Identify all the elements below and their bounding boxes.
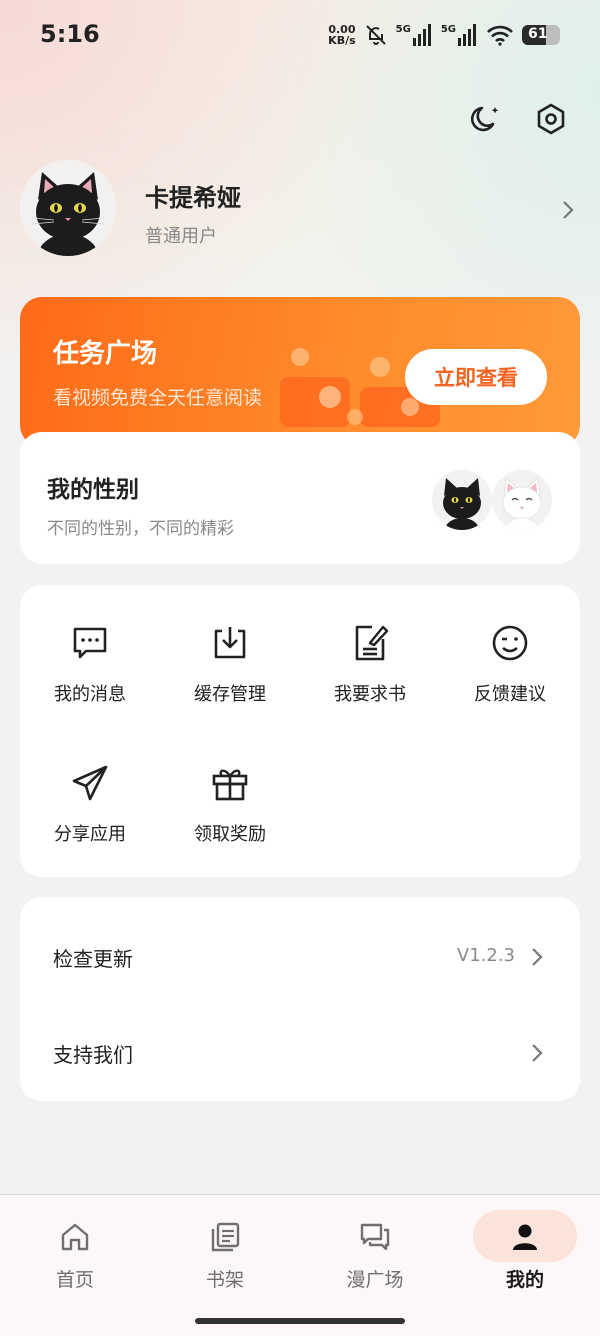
avatar[interactable] xyxy=(20,160,116,256)
white-cat-icon xyxy=(492,470,552,530)
nav-comic-square[interactable]: 漫广场 xyxy=(323,1213,427,1291)
battery-icon: 61 xyxy=(522,25,560,45)
black-cat-avatar-icon xyxy=(20,160,116,256)
message-icon xyxy=(73,627,107,659)
moon-icon xyxy=(470,106,499,132)
home-icon xyxy=(61,1223,89,1251)
version-value: V1.2.3 xyxy=(456,945,515,966)
grid-item-cache[interactable]: 缓存管理 xyxy=(160,585,300,705)
grid-item-label: 我要求书 xyxy=(334,684,406,705)
user-role: 普通用户 xyxy=(145,226,217,247)
download-icon xyxy=(214,627,246,659)
nav-label: 我的 xyxy=(505,1269,544,1291)
chevron-right-icon xyxy=(563,201,574,219)
banner-subtitle: 看视频免费全天任意阅读 xyxy=(53,387,263,409)
grid-item-share[interactable]: 分享应用 xyxy=(20,725,160,845)
net-speed: 0.00 KB/s xyxy=(328,23,356,47)
nav-label: 首页 xyxy=(55,1269,94,1291)
gender-male-option[interactable] xyxy=(432,470,492,530)
grid-item-label: 领取奖励 xyxy=(194,824,266,845)
grid-item-label: 我的消息 xyxy=(54,684,126,705)
home-indicator xyxy=(195,1318,405,1324)
support-us-label: 支持我们 xyxy=(53,1043,133,1067)
function-grid: 我的消息 缓存管理 我要求书 反馈建议 分享应用 领取奖励 xyxy=(20,585,580,877)
bottom-nav: 首页 书架 漫广场 我的 xyxy=(0,1194,600,1336)
signal-1-icon: 5G xyxy=(396,24,433,46)
gender-card[interactable]: 我的性别 不同的性别，不同的精彩 xyxy=(20,432,580,564)
nav-home[interactable]: 首页 xyxy=(23,1213,127,1291)
theme-toggle-button[interactable] xyxy=(466,99,506,139)
task-banner[interactable]: 任务广场 看视频免费全天任意阅读 立即查看 xyxy=(20,297,580,447)
nav-label: 漫广场 xyxy=(346,1269,404,1291)
grid-item-messages[interactable]: 我的消息 xyxy=(20,585,160,705)
view-now-button[interactable]: 立即查看 xyxy=(405,349,547,405)
signal-2-icon: 5G xyxy=(441,24,478,46)
check-update-row[interactable]: 检查更新 V1.2.3 xyxy=(20,903,580,999)
banner-title: 任务广场 xyxy=(53,339,158,369)
nav-mine[interactable]: 我的 xyxy=(473,1213,577,1291)
bookshelf-icon xyxy=(211,1222,240,1252)
smile-icon xyxy=(492,625,528,661)
black-cat-icon xyxy=(432,470,492,530)
chevron-right-icon xyxy=(532,948,543,966)
check-update-label: 检查更新 xyxy=(53,947,133,971)
status-icons: 0.00 KB/s 5G 5G 61 xyxy=(328,20,560,50)
status-time: 5:16 xyxy=(40,20,100,48)
gear-icon xyxy=(537,103,565,135)
chat-icon xyxy=(360,1223,390,1251)
bell-off-icon xyxy=(365,25,386,45)
settings-list: 检查更新 V1.2.3 支持我们 xyxy=(20,897,580,1101)
gender-subtitle: 不同的性别，不同的精彩 xyxy=(47,519,234,539)
grid-item-request-book[interactable]: 我要求书 xyxy=(300,585,440,705)
gender-female-option[interactable] xyxy=(492,470,552,530)
gift-icon xyxy=(212,769,248,801)
nav-label: 书架 xyxy=(205,1269,244,1291)
status-bar: 5:16 0.00 KB/s 5G 5G 61 xyxy=(0,0,600,70)
gender-title: 我的性别 xyxy=(47,477,139,503)
grid-item-rewards[interactable]: 领取奖励 xyxy=(160,725,300,845)
support-us-row[interactable]: 支持我们 xyxy=(20,999,580,1095)
chevron-right-icon xyxy=(532,1044,543,1062)
grid-item-feedback[interactable]: 反馈建议 xyxy=(440,585,580,705)
send-icon xyxy=(72,765,108,801)
person-icon xyxy=(513,1224,537,1250)
grid-item-label: 反馈建议 xyxy=(474,684,546,705)
grid-item-label: 缓存管理 xyxy=(194,684,266,705)
wifi-icon xyxy=(487,25,513,46)
settings-button[interactable] xyxy=(531,99,571,139)
edit-note-icon xyxy=(355,625,389,661)
nav-bookshelf[interactable]: 书架 xyxy=(173,1213,277,1291)
grid-item-label: 分享应用 xyxy=(54,824,126,845)
user-name: 卡提希娅 xyxy=(145,184,241,212)
